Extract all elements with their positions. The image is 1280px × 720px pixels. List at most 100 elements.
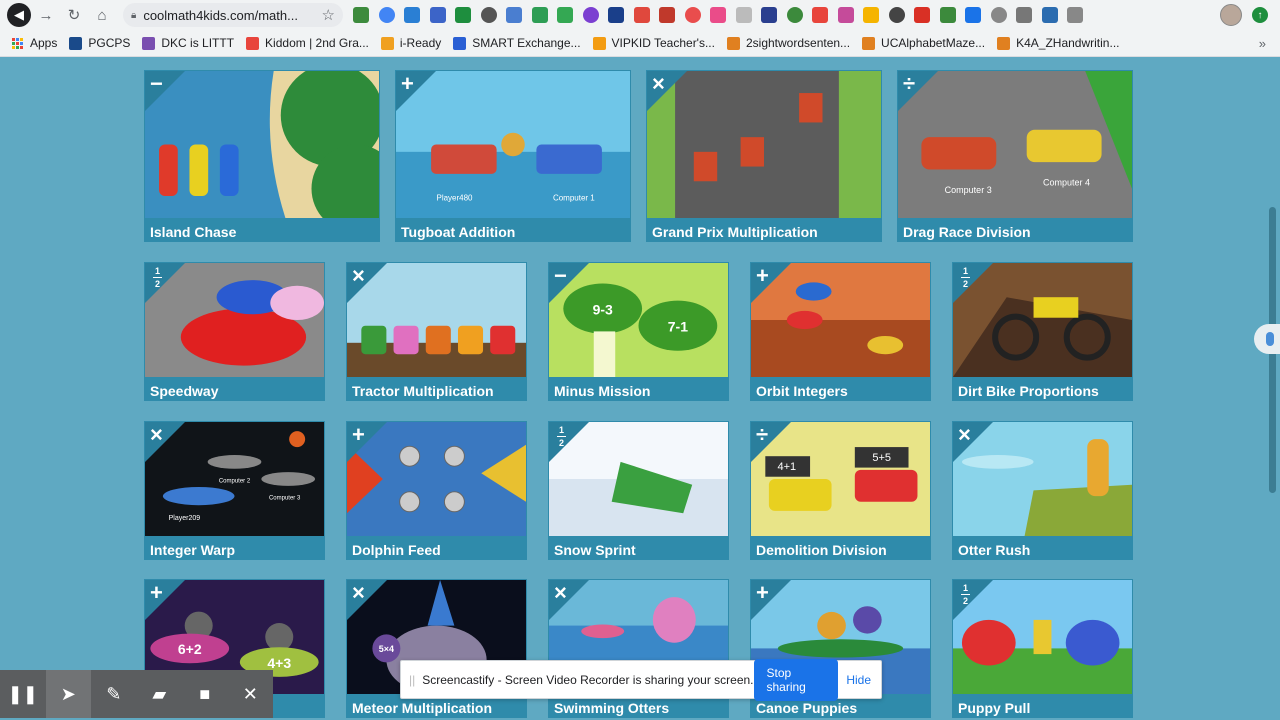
extension-icon[interactable]	[1067, 7, 1083, 23]
back-button[interactable]: ◀	[7, 3, 31, 27]
bookmark-item[interactable]: SMART Exchange...	[453, 36, 581, 50]
game-title[interactable]: Integer Warp	[150, 542, 235, 558]
camera-button[interactable]: ■	[182, 670, 228, 718]
game-card[interactable]: Player209 Computer 2 Computer 3 × Integer …	[144, 421, 325, 560]
game-title[interactable]: Canoe Puppies	[756, 700, 857, 716]
extension-icon[interactable]	[888, 7, 905, 23]
extension-icon[interactable]	[506, 7, 522, 23]
game-title[interactable]: Swimming Otters	[554, 700, 669, 716]
extension-icon[interactable]	[990, 7, 1007, 23]
pen-button[interactable]: ✎	[91, 670, 137, 718]
game-title[interactable]: Speedway	[150, 383, 218, 399]
bookmark-item[interactable]: 2sightwordsenten...	[726, 36, 850, 50]
bookmark-item[interactable]: K4A_ZHandwritin...	[997, 36, 1120, 50]
game-card[interactable]: × Grand Prix Multiplication	[646, 70, 882, 242]
extension-icon[interactable]	[863, 7, 879, 23]
game-thumbnail[interactable]: 12	[145, 263, 324, 377]
game-thumbnail[interactable]: +	[347, 422, 526, 536]
bookmark-item[interactable]: Kiddom | 2nd Gra...	[246, 36, 369, 50]
extension-icon[interactable]	[582, 7, 599, 23]
extension-icon[interactable]	[965, 7, 981, 23]
home-icon[interactable]: ⌂	[89, 2, 115, 28]
bookmark-item[interactable]: i-Ready	[380, 36, 441, 50]
game-card[interactable]: × Otter Rush	[952, 421, 1133, 560]
game-title[interactable]: Snow Sprint	[554, 542, 636, 558]
extension-icon[interactable]	[786, 7, 803, 23]
game-card[interactable]: − Island Chase	[144, 70, 380, 242]
game-title[interactable]: Minus Mission	[554, 383, 650, 399]
bookmark-item[interactable]: Apps	[12, 36, 57, 50]
pointer-button[interactable]: ➤	[45, 670, 91, 718]
profile-avatar[interactable]	[1220, 4, 1242, 26]
game-title[interactable]: Otter Rush	[958, 542, 1030, 558]
game-thumbnail[interactable]: Player480 Computer 1 +	[396, 71, 630, 218]
game-thumbnail[interactable]: 9-3 7-1 −	[549, 263, 728, 377]
game-thumbnail[interactable]: −	[145, 71, 379, 218]
extension-icon[interactable]	[710, 7, 726, 23]
extension-icon[interactable]	[659, 7, 675, 23]
game-title[interactable]: Meteor Multiplication	[352, 700, 492, 716]
extension-icon[interactable]	[684, 7, 701, 23]
game-card[interactable]: + Orbit Integers	[750, 262, 931, 401]
hide-button[interactable]: Hide	[846, 673, 871, 687]
extension-icon[interactable]	[378, 7, 395, 23]
reload-icon[interactable]: ↻	[61, 2, 87, 28]
game-title[interactable]: Dirt Bike Proportions	[958, 383, 1099, 399]
extension-icon[interactable]	[837, 7, 854, 23]
extension-icon[interactable]	[608, 7, 624, 23]
extension-icon[interactable]	[353, 7, 369, 23]
pause-button[interactable]: ❚❚	[0, 670, 46, 718]
close-recorder-button[interactable]: ✕	[228, 670, 274, 718]
extension-icon[interactable]	[812, 7, 828, 23]
game-card[interactable]: 12 Speedway	[144, 262, 325, 401]
bookmark-item[interactable]: DKC is LITTT	[142, 36, 234, 50]
forward-icon[interactable]: →	[33, 2, 59, 28]
game-thumbnail[interactable]: 12	[953, 263, 1132, 377]
extension-icon[interactable]	[557, 7, 573, 23]
stop-sharing-button[interactable]: Stop sharing	[753, 658, 839, 701]
more-bookmarks-icon[interactable]: »	[1259, 36, 1266, 51]
extension-icon[interactable]	[480, 7, 497, 23]
bookmark-item[interactable]: PGCPS	[69, 36, 130, 50]
game-title[interactable]: Grand Prix Multiplication	[652, 224, 818, 240]
game-title[interactable]: Island Chase	[150, 224, 236, 240]
game-card[interactable]: Computer 3 Computer 4 ÷ Drag Race Divisio…	[897, 70, 1133, 242]
game-card[interactable]: 12 Dirt Bike Proportions	[952, 262, 1133, 401]
extension-icon[interactable]	[939, 7, 956, 23]
extension-icon[interactable]	[455, 7, 471, 23]
bookmark-star-icon[interactable]: ☆	[322, 6, 335, 24]
game-title[interactable]: Demolition Division	[756, 542, 887, 558]
address-bar[interactable]: 🔒︎ coolmath4kids.com/math... ☆	[123, 3, 343, 27]
game-title[interactable]: Puppy Pull	[958, 700, 1030, 716]
game-card[interactable]: × Tractor Multiplication	[346, 262, 527, 401]
game-card[interactable]: 9-3 7-1 − Minus Mission	[548, 262, 729, 401]
highlighter-button[interactable]: ▰	[137, 670, 183, 718]
game-thumbnail[interactable]: Computer 3 Computer 4 ÷	[898, 71, 1132, 218]
extension-icon[interactable]	[633, 7, 650, 23]
game-thumbnail[interactable]: ×	[953, 422, 1132, 536]
game-thumbnail[interactable]: ×	[347, 263, 526, 377]
extension-icon[interactable]	[1016, 7, 1032, 23]
game-card[interactable]: Player480 Computer 1 + Tugboat Addition	[395, 70, 631, 242]
game-title[interactable]: Tugboat Addition	[401, 224, 515, 240]
game-thumbnail[interactable]: 4+1 5+5 ÷	[751, 422, 930, 536]
game-card[interactable]: 12 Snow Sprint	[548, 421, 729, 560]
game-title[interactable]: Drag Race Division	[903, 224, 1031, 240]
extension-icon[interactable]	[404, 7, 420, 23]
game-thumbnail[interactable]: 12	[953, 580, 1132, 694]
game-title[interactable]: Tractor Multiplication	[352, 383, 494, 399]
extension-icon[interactable]	[1041, 7, 1058, 23]
drag-handle-icon[interactable]: ||	[409, 673, 415, 687]
extension-icon[interactable]	[914, 7, 930, 23]
extension-icon[interactable]	[531, 7, 548, 23]
extension-icon[interactable]	[735, 7, 752, 23]
game-title[interactable]: Orbit Integers	[756, 383, 848, 399]
game-thumbnail[interactable]: ×	[647, 71, 881, 218]
game-title[interactable]: Dolphin Feed	[352, 542, 441, 558]
bookmark-item[interactable]: UCAlphabetMaze...	[862, 36, 985, 50]
update-icon[interactable]: ↑	[1252, 7, 1268, 23]
game-card[interactable]: 4+1 5+5 ÷ Demolition Division	[750, 421, 931, 560]
extension-icon[interactable]	[761, 7, 777, 23]
bookmark-item[interactable]: VIPKID Teacher's...	[592, 36, 715, 50]
game-thumbnail[interactable]: 12	[549, 422, 728, 536]
